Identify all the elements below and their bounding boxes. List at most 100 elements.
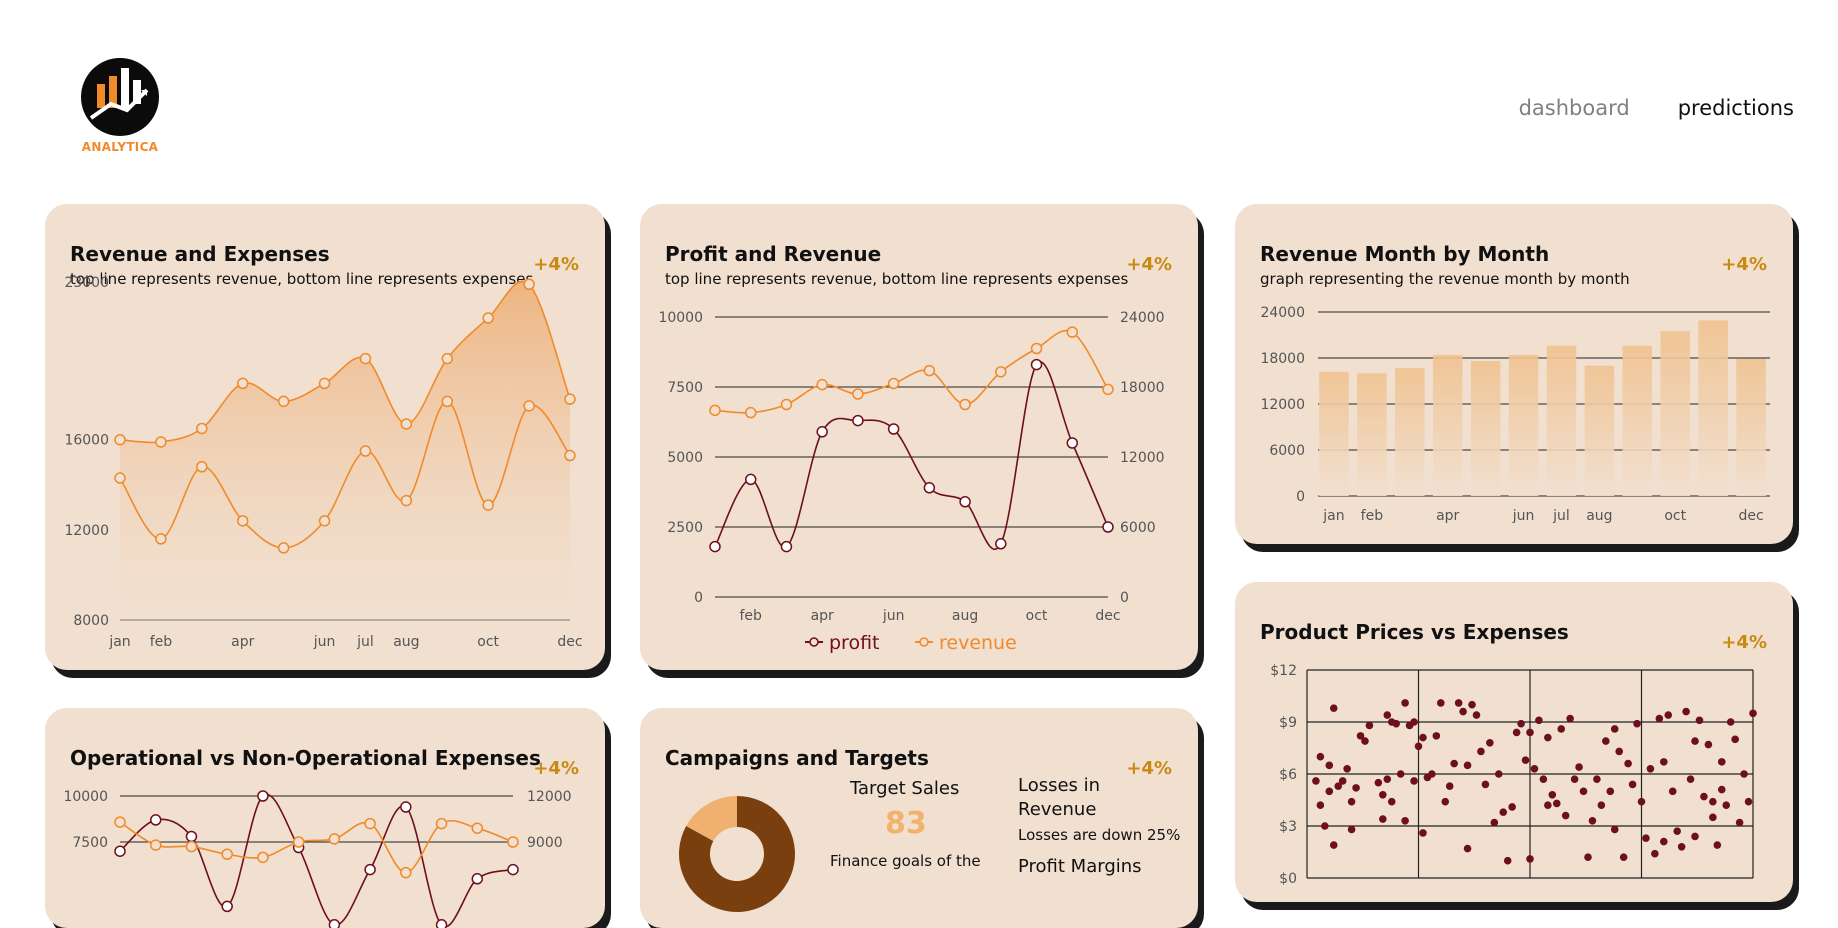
card-prices-expenses: Product Prices vs Expenses +4% $0 $3 $6 $9 $… — [1235, 582, 1793, 902]
scatter-point — [1749, 709, 1757, 718]
scatter-point — [1713, 841, 1722, 849]
scatter-point — [1597, 801, 1606, 809]
y-left-tick-label: 7500 — [667, 380, 703, 396]
y-left-tick-label: 10000 — [63, 789, 108, 805]
data-point — [400, 801, 412, 813]
scatter-point — [1664, 711, 1673, 719]
data-point — [364, 863, 376, 876]
scatter-point — [1526, 855, 1534, 863]
data-point — [292, 836, 305, 848]
scatter-point — [1401, 817, 1409, 825]
x-tick-label: jan — [1322, 508, 1344, 524]
data-point — [507, 836, 519, 848]
data-point — [328, 919, 341, 928]
y-right-tick-label: 9000 — [527, 835, 563, 851]
scatter-point — [1441, 797, 1450, 806]
legend-marker — [919, 637, 929, 647]
profit-revenue-chart: 0 2500 5000 7500 10000 0 6000 12000 18000 24000 fe… — [658, 310, 1164, 654]
y-tick-label: 8000 — [73, 613, 109, 629]
scatter-point — [1530, 765, 1539, 773]
scatter-point — [1731, 735, 1739, 744]
scatter-point — [1633, 719, 1641, 728]
revenue-point — [995, 366, 1007, 378]
scatter-point — [1517, 719, 1525, 728]
scatter-point — [1717, 758, 1726, 766]
brand-logo[interactable]: ANALYTICA — [80, 58, 160, 154]
y-right-tick-label: 0 — [1120, 590, 1129, 606]
x-tick-label: jul — [356, 634, 374, 650]
x-tick-label: aug — [952, 608, 978, 624]
data-point — [328, 833, 341, 845]
data-point — [523, 278, 535, 291]
data-point — [482, 312, 494, 324]
scatter-point — [1539, 775, 1548, 783]
revenue-area-fill — [120, 281, 570, 620]
data-point — [257, 851, 269, 864]
scatter-point — [1379, 791, 1387, 799]
bar — [1546, 345, 1577, 496]
scatter-point — [1410, 777, 1418, 785]
x-tick-label: dec — [1738, 508, 1763, 524]
nav-predictions-link[interactable]: predictions — [1678, 96, 1794, 120]
y-left-tick-label: 10000 — [658, 310, 703, 326]
scatter-point — [1503, 856, 1512, 865]
revenue-point — [780, 398, 793, 411]
scatter-point — [1637, 797, 1646, 806]
legend-marker — [809, 637, 819, 647]
x-tick-label: jun — [882, 608, 905, 624]
bar — [1508, 354, 1539, 496]
scatter-point — [1379, 815, 1387, 823]
x-tick-label: aug — [1586, 508, 1612, 524]
data-point — [471, 873, 484, 885]
x-tick-label: jul — [1552, 508, 1570, 524]
prices-expenses-scatter: $0 $3 $6 $9 $12 — [1270, 663, 1757, 887]
scatter-point — [1463, 844, 1472, 853]
profit-line — [714, 361, 1109, 550]
y-left-tick-label: 5000 — [667, 450, 703, 466]
scatter-point — [1709, 797, 1717, 806]
scatter-point — [1593, 775, 1601, 783]
scatter-point — [1401, 699, 1409, 707]
bar — [1736, 358, 1766, 496]
y-left-tick-label: 7500 — [72, 835, 108, 851]
data-point — [236, 515, 249, 527]
scatter-point — [1329, 841, 1338, 849]
data-point — [482, 499, 494, 511]
scatter-point — [1566, 714, 1574, 723]
scatter-point — [1526, 728, 1534, 737]
data-point — [114, 472, 126, 484]
scatter-point — [1584, 853, 1592, 861]
x-tick-label: aug — [393, 634, 419, 650]
logo-chart-icon — [81, 58, 159, 136]
data-point — [471, 822, 484, 834]
data-point — [523, 400, 535, 412]
scatter-point — [1494, 770, 1503, 778]
y-left-tick-label: 2500 — [667, 520, 703, 536]
scatter-point — [1316, 801, 1325, 809]
target-sales-label: Target Sales — [850, 778, 960, 799]
profit-point — [1102, 521, 1114, 533]
data-point — [400, 418, 413, 430]
scatter-point — [1677, 843, 1686, 851]
revenue-point — [1030, 342, 1043, 355]
nav-dashboard-link[interactable]: dashboard — [1519, 96, 1630, 120]
y-left-tick-label: 0 — [694, 590, 703, 606]
losses-text: Losses are down 25% — [1018, 826, 1181, 844]
profit-point — [780, 540, 793, 553]
bar — [1357, 373, 1387, 496]
profit-point — [923, 482, 936, 494]
data-point — [564, 393, 576, 405]
scatter-point — [1673, 827, 1681, 835]
data-point — [359, 445, 372, 457]
scatter-point — [1717, 785, 1726, 794]
y-tick-label: 12000 — [1260, 397, 1305, 413]
logo-text: ANALYTICA — [81, 140, 159, 154]
scatter-point — [1459, 707, 1467, 716]
scatter-point — [1486, 739, 1494, 747]
scatter-point — [1325, 761, 1334, 770]
y-right-tick-label: 12000 — [527, 789, 572, 805]
profit-point — [709, 540, 721, 553]
scatter-point — [1628, 780, 1637, 789]
scatter-point — [1642, 834, 1650, 842]
scatter-point — [1588, 817, 1597, 825]
